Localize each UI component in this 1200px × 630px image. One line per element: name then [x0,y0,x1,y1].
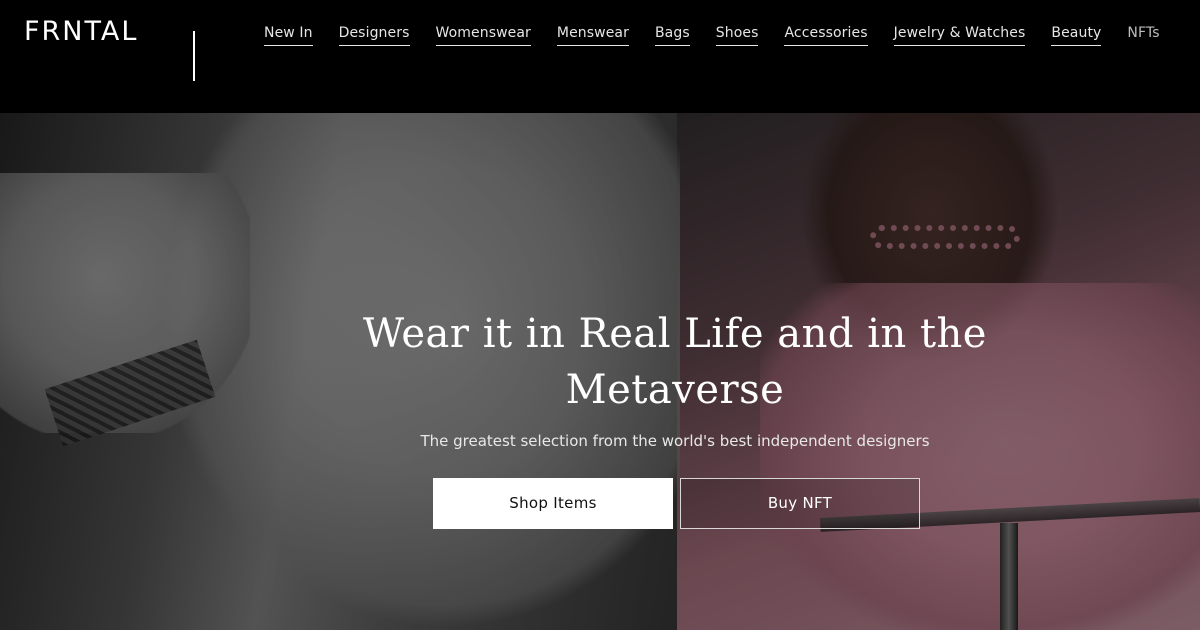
nav-item-beauty[interactable]: Beauty [1051,24,1102,46]
nav-item-bags[interactable]: Bags [654,24,690,46]
nav-item-menswear[interactable]: Menswear [556,24,629,46]
main-nav: New In Designers Womenswear Menswear Bag… [264,24,1160,46]
nav-item-designers[interactable]: Designers [338,24,410,46]
hero-headline: Wear it in Real Life and in the Metavers… [363,311,987,413]
nav-item-shoes[interactable]: Shoes [715,24,759,46]
site-header: FRNTAL New In Designers Womenswear Mensw… [0,0,1200,113]
shop-items-button[interactable]: Shop Items [433,478,673,529]
nav-item-womenswear[interactable]: Womenswear [435,24,531,46]
hero-subtitle: The greatest selection from the world's … [420,432,930,450]
header-divider [193,31,195,81]
nav-item-jewelry-watches[interactable]: Jewelry & Watches [893,24,1026,46]
nav-item-new-in[interactable]: New In [264,24,313,46]
buy-nft-button[interactable]: Buy NFT [680,478,920,529]
hero-banner: Wear it in Real Life and in the Metavers… [0,113,1200,630]
nav-item-accessories[interactable]: Accessories [784,24,868,46]
brand-logo[interactable]: FRNTAL [24,16,138,47]
nav-item-nfts[interactable]: NFTs [1127,24,1159,46]
